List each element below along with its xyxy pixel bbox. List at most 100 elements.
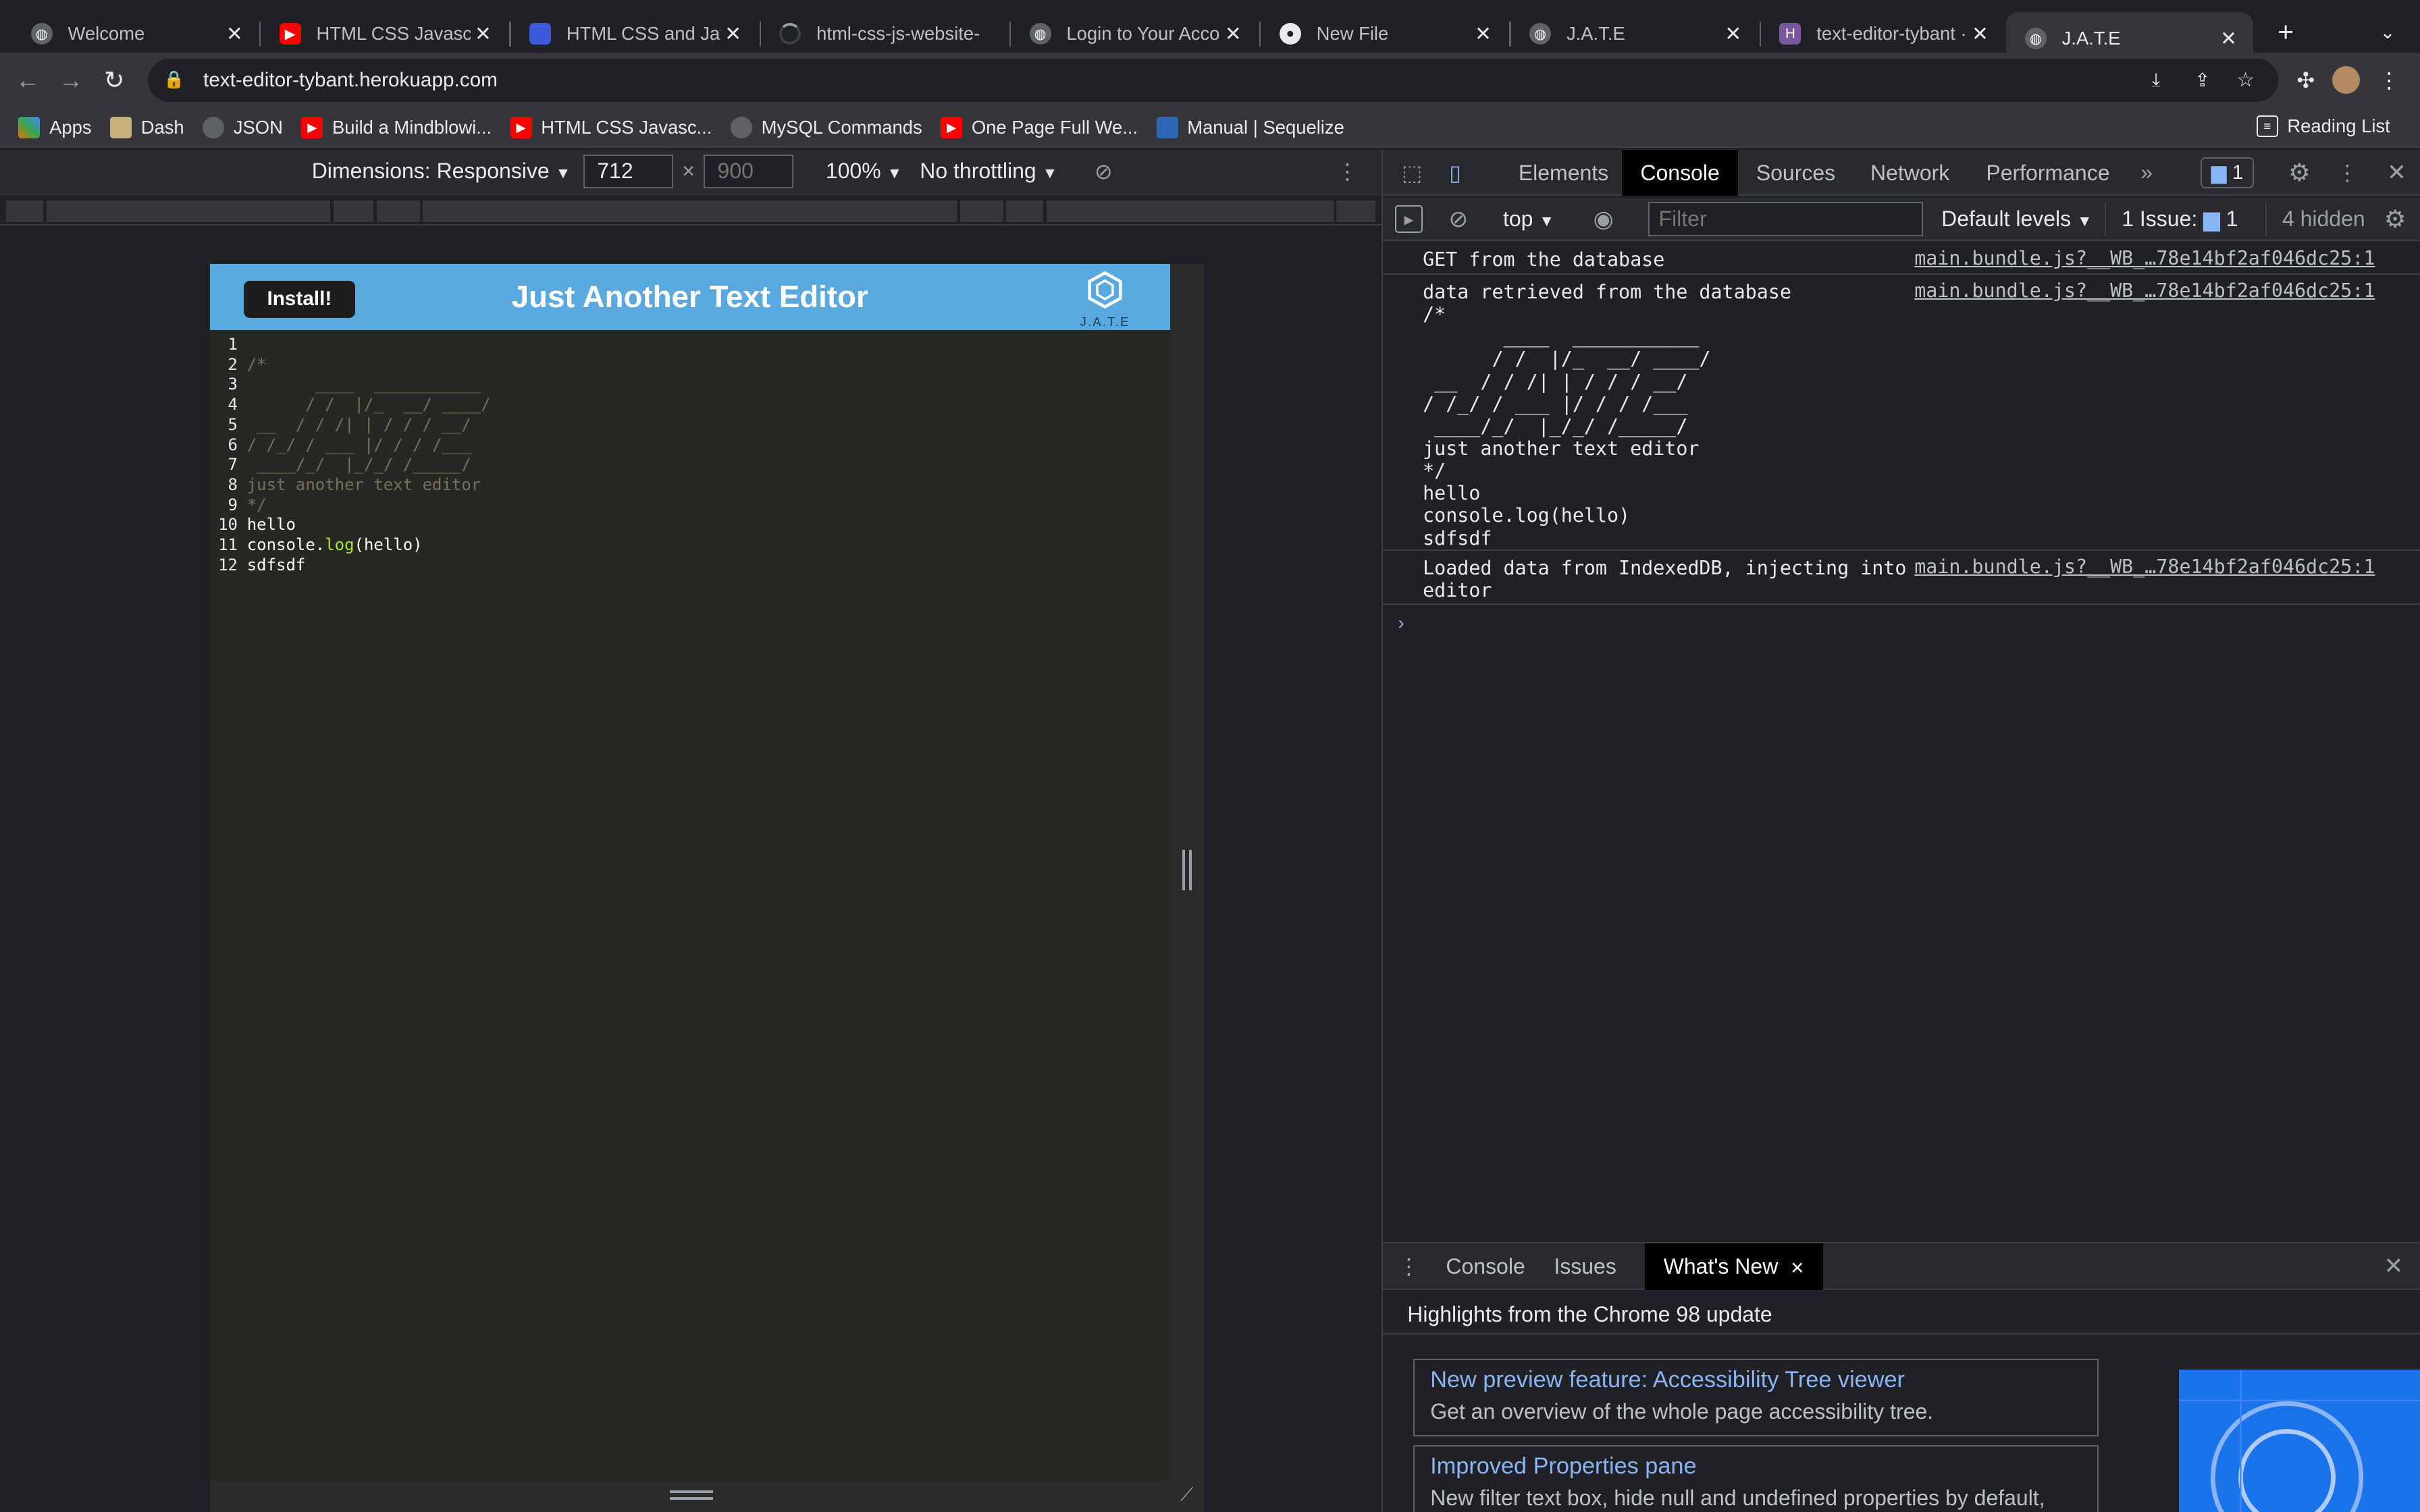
drawer-tab-issues[interactable]: Issues	[1554, 1243, 1616, 1290]
corner-resize-icon[interactable]: ⟋	[1176, 1484, 1198, 1506]
extensions-puzzle-icon[interactable]: ✣	[2290, 65, 2321, 96]
tab-title: html-css-js-website-	[816, 23, 980, 45]
address-bar[interactable]: 🔒 text-editor-tybant.herokuapp.com ⤓ ⇪ ☆	[148, 58, 2278, 102]
github-loading-icon	[779, 23, 801, 45]
code-editor[interactable]: 1 2 /* 3 ____ ___________ 4 / / |/_ __/ _…	[210, 335, 1170, 1476]
back-icon[interactable]: ←	[12, 65, 43, 96]
viewport-resize-handle-bottom[interactable]: ⟋	[209, 1481, 1204, 1512]
drawer-menu-icon[interactable]: ⋮	[1398, 1251, 1420, 1282]
browser-tab[interactable]: ◍ J.A.T.E ✕	[1511, 12, 1758, 55]
line-number: 2	[228, 354, 238, 374]
dimensions-select[interactable]: Dimensions: Responsive ▼	[312, 159, 571, 184]
console-source-link[interactable]: main.bundle.js?__WB_…78e14bf2af046dc25:1	[1914, 279, 2375, 302]
bookmark-youtube-2[interactable]: ▶ HTML CSS Javasc...	[510, 116, 712, 138]
throttling-select[interactable]: No throttling ▼	[920, 159, 1057, 184]
close-icon[interactable]: ✕	[1471, 22, 1496, 46]
editor-line: 2 /*	[210, 355, 1170, 375]
zoom-select[interactable]: 100% ▼	[826, 159, 902, 184]
close-icon[interactable]: ✕	[1221, 22, 1246, 46]
browser-tab[interactable]: ▶ HTML CSS Javascript ✕	[261, 12, 508, 55]
log-levels-select[interactable]: Default levels ▼	[1941, 207, 2093, 232]
tab-search-chevron-icon[interactable]: ⌄	[2373, 18, 2401, 46]
inspect-element-icon[interactable]: ⬚	[1398, 159, 1426, 186]
line-number: 3	[228, 375, 238, 394]
devtools-menu-icon[interactable]: ⋮	[2336, 157, 2358, 188]
bookmark-apps[interactable]: Apps	[18, 116, 92, 138]
viewport-resize-handle-right[interactable]	[1169, 263, 1204, 1512]
close-icon[interactable]: ✕	[222, 22, 247, 46]
media-query-bar[interactable]	[0, 197, 1382, 225]
times-sign: ×	[682, 159, 695, 184]
more-tabs-icon[interactable]: »	[2136, 159, 2157, 186]
issues-counter[interactable]: ▆ 1	[2201, 157, 2255, 188]
close-icon[interactable]: ✕	[720, 22, 745, 46]
rotate-icon[interactable]: ⊘	[1090, 157, 1117, 185]
close-devtools-icon[interactable]: ✕	[2383, 157, 2411, 188]
tab-console[interactable]: Console	[1621, 149, 1739, 196]
browser-tab[interactable]: ◍ Login to Your Accoun ✕	[1011, 12, 1258, 55]
close-icon[interactable]: ✕	[1721, 22, 1746, 46]
width-input[interactable]	[583, 154, 673, 188]
url-text[interactable]: text-editor-tybant.herokuapp.com	[203, 69, 498, 92]
browser-tab[interactable]: html-css-js-website-	[761, 12, 1008, 55]
new-tab-icon[interactable]: +	[2269, 16, 2303, 49]
share-icon[interactable]: ⇪	[2188, 66, 2216, 94]
device-toggle-icon[interactable]: ▯	[1442, 157, 1469, 188]
drawer-tab-whats-new[interactable]: What's New ✕	[1645, 1243, 1823, 1290]
install-app-icon[interactable]: ⤓	[2142, 66, 2170, 94]
forward-icon[interactable]: →	[55, 65, 86, 96]
bookmark-sequelize[interactable]: Manual | Sequelize	[1156, 116, 1344, 138]
line-number: 7	[228, 455, 238, 475]
reading-list[interactable]: ≡ Reading List	[2256, 115, 2390, 138]
avatar[interactable]	[2332, 66, 2360, 94]
console-filter-input[interactable]	[1648, 202, 1923, 236]
browser-tab[interactable]: ◍ Welcome ✕	[12, 12, 259, 55]
tab-sources[interactable]: Sources	[1756, 150, 1835, 196]
reload-icon[interactable]: ↻	[99, 65, 130, 96]
card-title[interactable]: Improved Properties pane	[1430, 1453, 2082, 1480]
bookmark-dash[interactable]: Dash	[110, 116, 184, 138]
height-input[interactable]	[704, 154, 793, 188]
whats-new-thumbnail[interactable]	[2179, 1370, 2420, 1512]
line-text: __ / / /| | / / / __/	[246, 414, 471, 434]
close-icon[interactable]: ✕	[1790, 1259, 1804, 1278]
close-icon[interactable]: ✕	[471, 22, 496, 46]
close-icon[interactable]: ✕	[1968, 22, 1993, 46]
log-levels-label: Default levels	[1941, 207, 2072, 232]
sidebar-toggle-icon[interactable]: ▸	[1394, 205, 1423, 234]
bookmark-json[interactable]: JSON	[203, 116, 283, 138]
console-prompt-chevron-icon[interactable]: ›	[1398, 612, 1404, 634]
console-source-link[interactable]: main.bundle.js?__WB_…78e14bf2af046dc25:1	[1914, 247, 2375, 269]
tab-performance[interactable]: Performance	[1986, 150, 2109, 196]
settings-gear-icon[interactable]: ⚙	[2284, 157, 2315, 188]
live-expression-eye-icon[interactable]: ◉	[1588, 205, 1619, 233]
bookmark-youtube-3[interactable]: ▶ One Page Full We...	[941, 116, 1138, 138]
whats-new-card[interactable]: Improved Properties pane New filter text…	[1413, 1445, 2099, 1512]
whats-new-card[interactable]: New preview feature: Accessibility Tree …	[1413, 1359, 2099, 1436]
bookmark-mysql[interactable]: MySQL Commands	[730, 116, 922, 138]
console-settings-gear-icon[interactable]: ⚙	[2379, 204, 2411, 235]
tab-elements[interactable]: Elements	[1519, 150, 1608, 196]
tab-title: New File	[1316, 23, 1389, 45]
bookmark-label: One Page Full We...	[971, 116, 1138, 138]
browser-tab[interactable]: ● New File ✕	[1261, 12, 1508, 55]
close-drawer-icon[interactable]: ✕	[2379, 1251, 2407, 1282]
browser-tab[interactable]: H text-editor-tybant · C ✕	[1761, 12, 2005, 55]
console-source-link[interactable]: main.bundle.js?__WB_…78e14bf2af046dc25:1	[1914, 556, 2375, 578]
card-title[interactable]: New preview feature: Accessibility Tree …	[1430, 1367, 2082, 1393]
close-icon[interactable]: ✕	[2216, 27, 2241, 51]
line-number: 10	[218, 515, 238, 535]
tab-title: HTML CSS and Javas	[566, 23, 721, 45]
bookmark-youtube-1[interactable]: ▶ Build a Mindblowi...	[301, 116, 492, 138]
device-menu-icon[interactable]: ⋮	[1336, 157, 1358, 185]
context-select[interactable]: top ▼	[1503, 207, 1554, 232]
bookmark-star-icon[interactable]: ☆	[2232, 66, 2259, 94]
clear-console-icon[interactable]: ⊘	[1444, 205, 1472, 233]
drawer-tab-console[interactable]: Console	[1446, 1243, 1525, 1290]
issues-link[interactable]: 1 Issue: ▆ 1	[2105, 202, 2238, 236]
drawer-tab-label: What's New	[1663, 1253, 1779, 1278]
tab-network[interactable]: Network	[1870, 150, 1949, 196]
browser-menu-icon[interactable]: ⋮	[2377, 65, 2402, 96]
jate-logo-icon	[1088, 271, 1122, 309]
browser-tab[interactable]: HTML CSS and Javas ✕	[511, 12, 758, 55]
